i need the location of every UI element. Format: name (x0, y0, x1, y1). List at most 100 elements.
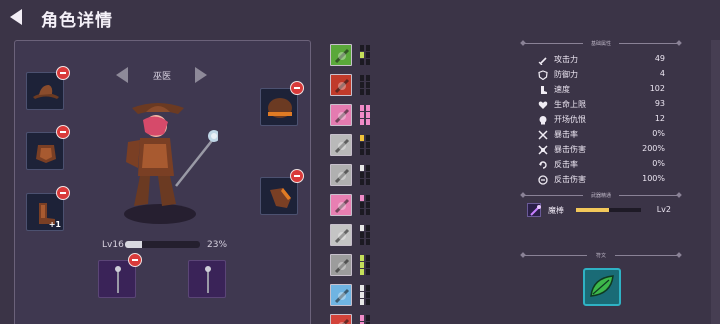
weapon-mastery-header: 武器精通 (520, 191, 682, 201)
skill-level-pip (360, 105, 364, 111)
stat-row: 防御力 4 (538, 69, 668, 82)
stat-name: 反击率 (554, 160, 578, 169)
skill-level-pip (360, 119, 364, 125)
skill-level-pip (360, 135, 364, 141)
stat-row: 反击率 0% (538, 159, 668, 172)
weapon-mastery-bar (576, 208, 641, 212)
skill-level-pip (366, 315, 370, 321)
skill-level-pip (360, 239, 364, 245)
stat-row: 暴击伤害 200% (538, 144, 668, 157)
weapon-mastery-row: 魔棒 Lv2 (527, 202, 677, 218)
level-progress-bar (125, 241, 200, 248)
swords-skill-icon[interactable] (330, 314, 352, 324)
stat-name: 生命上限 (554, 100, 586, 109)
skill-level-pip (360, 292, 364, 298)
skill-level-pip (360, 142, 364, 148)
skill-level-pip (366, 149, 370, 155)
skill-level-pips (360, 105, 370, 125)
skill-level-pip (366, 262, 370, 268)
skill-level-pip (366, 52, 370, 58)
prev-character-arrow-icon[interactable] (116, 67, 128, 83)
wand-icon (527, 203, 541, 217)
skill-level-pip (366, 82, 370, 88)
skill-level-pip (366, 202, 370, 208)
stats-section-header: 基础属性 (520, 39, 682, 49)
skill-level-pip (366, 179, 370, 185)
shield-skill-icon[interactable] (330, 254, 352, 276)
skill-level-pip (360, 172, 364, 178)
rune-section-header: 符文 (520, 251, 682, 261)
potion-skill-icon[interactable] (330, 44, 352, 66)
stat-row: 生命上限 93 (538, 99, 668, 112)
skill-level-pip (366, 172, 370, 178)
panel-edge (711, 40, 720, 324)
header-bar: 角色详情 (0, 0, 720, 36)
page-title: 角色详情 (41, 11, 113, 31)
claw-skill-icon[interactable] (330, 134, 352, 156)
stat-row: 反击伤害 100% (538, 174, 668, 187)
unequip-gloves-button[interactable] (290, 169, 304, 183)
stat-name: 速度 (554, 85, 570, 94)
shield-icon (538, 70, 548, 80)
skill-level-pip (360, 45, 364, 51)
wing-skill-icon[interactable] (330, 284, 352, 306)
skill-level-pips (360, 135, 370, 155)
stat-value: 0% (652, 159, 665, 168)
stat-name: 开场仇恨 (554, 115, 586, 124)
equip-slot-gloves[interactable] (260, 177, 298, 215)
counter-damage-icon (538, 175, 548, 185)
skill-level-pip (360, 179, 364, 185)
skill-level-pips (360, 255, 370, 275)
poison-skill-icon[interactable] (330, 104, 352, 126)
character-name: 巫医 (152, 72, 171, 82)
skill-level-pips (360, 195, 370, 215)
blade-skill-icon[interactable] (330, 224, 352, 246)
skill-level-pip (366, 59, 370, 65)
rune-slot[interactable] (583, 268, 621, 306)
unequip-chest-button[interactable] (56, 125, 70, 139)
bull-skill-icon[interactable] (330, 74, 352, 96)
skill-level-pip (360, 255, 364, 261)
unequip-head-button[interactable] (56, 66, 70, 80)
skill-level-pip (360, 165, 364, 171)
unequip-feet-button[interactable] (56, 186, 70, 200)
stat-value: 12 (654, 114, 665, 123)
leaf-rune-icon (590, 275, 614, 297)
weapon-slot-2[interactable] (188, 260, 226, 298)
skill-level-pip (366, 142, 370, 148)
skill-level-pip (366, 195, 370, 201)
skill-level-pip (360, 59, 364, 65)
skill-level-pips (360, 315, 370, 324)
stats-section-title: 基础属性 (590, 41, 611, 47)
gauntlet-icon (270, 188, 291, 208)
back-arrow-icon[interactable] (10, 9, 22, 25)
unequip-weapon-button[interactable] (128, 253, 142, 267)
next-character-arrow-icon[interactable] (195, 67, 207, 83)
skill-level-pip (360, 225, 364, 231)
level-progress-fill (125, 241, 143, 248)
weapon-mastery-title: 武器精通 (590, 193, 611, 199)
skill-level-pip (366, 285, 370, 291)
skill-level-pips (360, 285, 370, 305)
character-portrait (124, 103, 218, 224)
slash-skill-icon[interactable] (330, 194, 352, 216)
stat-name: 暴击伤害 (554, 145, 586, 154)
helmet-icon (268, 98, 292, 118)
skill-level-pip (366, 232, 370, 238)
stat-row: 攻击力 49 (538, 54, 668, 67)
skill-level-pip (366, 135, 370, 141)
skill-level-pip (360, 112, 364, 118)
skill-level-pip (360, 195, 364, 201)
skill-level-pips (360, 225, 370, 245)
stat-value: 4 (659, 69, 665, 78)
weapon-mastery-name: 魔棒 (548, 206, 564, 215)
crit-damage-icon (538, 145, 548, 155)
skill-level-pip (360, 269, 364, 275)
level-label: Lv16 (102, 240, 124, 250)
rune-section-title: 符文 (595, 253, 606, 259)
staff-icon (205, 266, 211, 293)
weapon-mastery-level: Lv2 (656, 205, 671, 214)
crystal-skill-icon[interactable] (330, 164, 352, 186)
unequip-helmet-button[interactable] (290, 81, 304, 95)
skill-level-pip (366, 89, 370, 95)
